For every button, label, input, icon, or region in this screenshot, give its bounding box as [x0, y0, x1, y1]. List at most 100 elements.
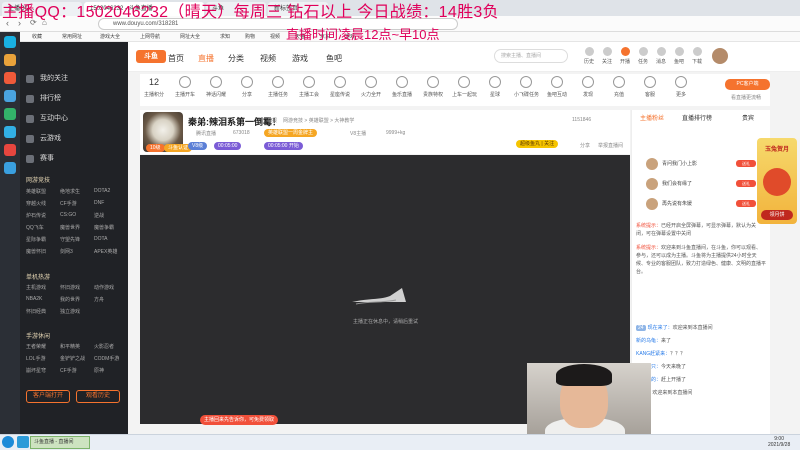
- share-link[interactable]: 分享: [580, 142, 590, 149]
- tab-vip[interactable]: 贵宾: [742, 113, 754, 122]
- category-link[interactable]: 王者荣耀: [26, 343, 46, 350]
- category-link[interactable]: 崩坏星穹: [26, 367, 46, 374]
- category-link[interactable]: 动作游戏: [94, 284, 114, 291]
- promo-button[interactable]: 领月饼: [761, 210, 793, 220]
- category-link[interactable]: 绝地求生: [60, 188, 80, 195]
- category-link[interactable]: 穿越火线: [26, 200, 46, 207]
- category-link[interactable]: 英雄联盟: [26, 188, 46, 195]
- bookmark[interactable]: 购物: [245, 33, 255, 40]
- gift-button[interactable]: 送礼: [736, 180, 756, 187]
- bookmark[interactable]: 求知: [220, 33, 230, 40]
- pc-client-button[interactable]: PC客户端: [725, 79, 770, 90]
- category-link[interactable]: CODM手游: [94, 355, 119, 362]
- search-input[interactable]: 搜索主播、直播间: [494, 49, 568, 63]
- rank-row[interactable]: 青问我门小上影 送礼: [636, 157, 762, 171]
- gift-button[interactable]: 送礼: [736, 160, 756, 167]
- nav-video[interactable]: 视频: [260, 53, 276, 64]
- category-link[interactable]: LOL手游: [26, 355, 45, 362]
- sidebar-item-interact[interactable]: 互动中心: [20, 112, 128, 126]
- avatar[interactable]: [712, 48, 728, 64]
- category-link[interactable]: 方舟: [94, 296, 104, 303]
- sidebar-item-cloud[interactable]: 云游戏: [20, 132, 128, 146]
- follow-button[interactable]: 超级鱼丸 | 关注: [516, 140, 559, 148]
- rank-row[interactable]: 我们会有缘了 送礼: [636, 177, 762, 191]
- bookmark[interactable]: 常用网址: [62, 33, 82, 40]
- category-link[interactable]: 原神: [94, 367, 104, 374]
- client-open-button[interactable]: 客户端打开: [26, 390, 70, 403]
- tab-fans[interactable]: 主播粉丝: [640, 113, 664, 122]
- feature-item[interactable]: 小飞碟任务: [514, 76, 539, 98]
- app-icon[interactable]: [4, 90, 16, 102]
- category-link[interactable]: CS:GO: [60, 212, 76, 218]
- category-link[interactable]: 炉石传说: [26, 212, 46, 219]
- rank-row[interactable]: 再先说有朱媛 送礼: [636, 197, 762, 211]
- site-logo[interactable]: 斗鱼: [136, 50, 166, 63]
- feature-item[interactable]: 充值: [607, 76, 631, 98]
- bookmark[interactable]: 网址大全: [180, 33, 200, 40]
- taskbar-task[interactable]: 斗鱼直播 - 直播间: [30, 436, 90, 449]
- task-icon[interactable]: 任务: [636, 47, 650, 65]
- feature-item[interactable]: 贵族特权: [421, 76, 445, 98]
- app-icon[interactable]: [4, 72, 16, 84]
- feature-item[interactable]: 上车一起玩: [452, 76, 477, 98]
- feature-item[interactable]: 主播任务: [266, 76, 290, 98]
- promo-banner[interactable]: 玉兔贺月 领月饼: [757, 138, 797, 224]
- nav-home[interactable]: 首页: [168, 53, 184, 64]
- fishbar-icon[interactable]: 鱼吧: [672, 47, 686, 65]
- app-icon[interactable]: [4, 54, 16, 66]
- history-button[interactable]: 观看历史: [76, 390, 120, 403]
- category-link[interactable]: CF手游: [60, 367, 77, 374]
- category-link[interactable]: 主机游戏: [26, 284, 46, 291]
- bookmark[interactable]: 收藏: [32, 33, 42, 40]
- broadcast-icon[interactable]: 开播: [618, 47, 632, 65]
- feature-item[interactable]: 鱼吧互动: [545, 76, 569, 98]
- category-link[interactable]: DNF: [94, 200, 104, 206]
- follow-icon[interactable]: 关注: [600, 47, 614, 65]
- feature-item[interactable]: 12 主播积分: [142, 76, 166, 98]
- app-icon[interactable]: [4, 144, 16, 156]
- category-link[interactable]: 金铲铲之战: [60, 355, 85, 362]
- nav-live[interactable]: 直播: [198, 53, 214, 64]
- category-link[interactable]: 独立游戏: [60, 308, 80, 315]
- history-icon[interactable]: 历史: [582, 47, 596, 65]
- feature-item[interactable]: 更多: [669, 76, 693, 98]
- category-link[interactable]: 我的世界: [60, 296, 80, 303]
- video-tip[interactable]: 主播回来先告诉你，可免费领取: [200, 415, 278, 425]
- app-icon[interactable]: [4, 108, 16, 120]
- windows-start-icon[interactable]: [2, 436, 14, 448]
- report-link[interactable]: 举报直播间: [598, 142, 623, 149]
- feature-item[interactable]: 火力全开: [359, 76, 383, 98]
- category-link[interactable]: 剑网3: [60, 248, 73, 255]
- app-icon[interactable]: [4, 162, 16, 174]
- category-link[interactable]: 魔兽世界: [60, 224, 80, 231]
- message-icon[interactable]: 消息: [654, 47, 668, 65]
- category-link[interactable]: QQ飞车: [26, 224, 44, 231]
- room-category[interactable]: 网游竞技 > 英雄联盟 > 大神教学: [283, 117, 354, 124]
- feature-item[interactable]: 分享: [235, 76, 259, 98]
- feature-item[interactable]: 主播开车: [173, 76, 197, 98]
- sidebar-item-follow[interactable]: 我的关注: [20, 72, 128, 86]
- sidebar-item-rank[interactable]: 排行榜: [20, 92, 128, 106]
- category-link[interactable]: 怀旧游戏: [60, 284, 80, 291]
- bookmark[interactable]: 上网导航: [140, 33, 160, 40]
- category-link[interactable]: 怀旧经典: [26, 308, 46, 315]
- browser-taskbar-icon[interactable]: [17, 436, 29, 448]
- feature-item[interactable]: 星球: [483, 76, 507, 98]
- nav-fishbar[interactable]: 鱼吧: [326, 53, 342, 64]
- tab-rank[interactable]: 直播排行榜: [682, 113, 712, 122]
- category-link[interactable]: APEX英雄: [94, 248, 117, 255]
- feature-item[interactable]: 主播工会: [297, 76, 321, 98]
- category-link[interactable]: 魔兽怀旧: [26, 248, 46, 255]
- feature-item[interactable]: 鱼乐直播: [390, 76, 414, 98]
- nav-category[interactable]: 分类: [228, 53, 244, 64]
- category-link[interactable]: DOTA: [94, 236, 108, 242]
- category-link[interactable]: DOTA2: [94, 188, 110, 194]
- bookmark[interactable]: 游戏大全: [100, 33, 120, 40]
- category-link[interactable]: 和平精英: [60, 343, 80, 350]
- app-icon[interactable]: [4, 36, 16, 48]
- app-icon[interactable]: [4, 126, 16, 138]
- feature-item[interactable]: 星座传说: [328, 76, 352, 98]
- nav-game[interactable]: 游戏: [292, 53, 308, 64]
- category-link[interactable]: 火影忍者: [94, 343, 114, 350]
- category-link[interactable]: CF手游: [60, 200, 77, 207]
